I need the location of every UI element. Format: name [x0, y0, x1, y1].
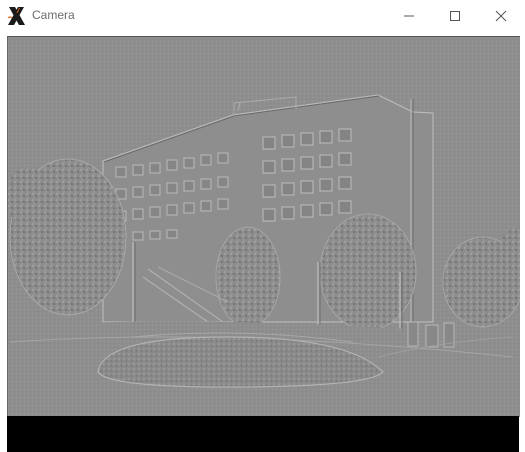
maximize-icon	[450, 11, 460, 21]
close-icon	[495, 10, 507, 22]
camera-window: Camera	[0, 0, 525, 452]
window-left-edge	[0, 36, 7, 452]
camera-frame	[7, 36, 520, 417]
window-title: Camera	[32, 8, 75, 22]
embossed-scene	[8, 37, 520, 417]
camera-viewport	[7, 36, 520, 452]
frame-bottom-bar	[7, 416, 519, 452]
maximize-button[interactable]	[432, 0, 478, 32]
minimize-icon	[404, 15, 414, 17]
title-bar[interactable]: Camera	[0, 0, 525, 32]
minimize-button[interactable]	[386, 0, 432, 32]
close-button[interactable]	[478, 0, 524, 32]
x-app-icon[interactable]	[7, 5, 27, 27]
